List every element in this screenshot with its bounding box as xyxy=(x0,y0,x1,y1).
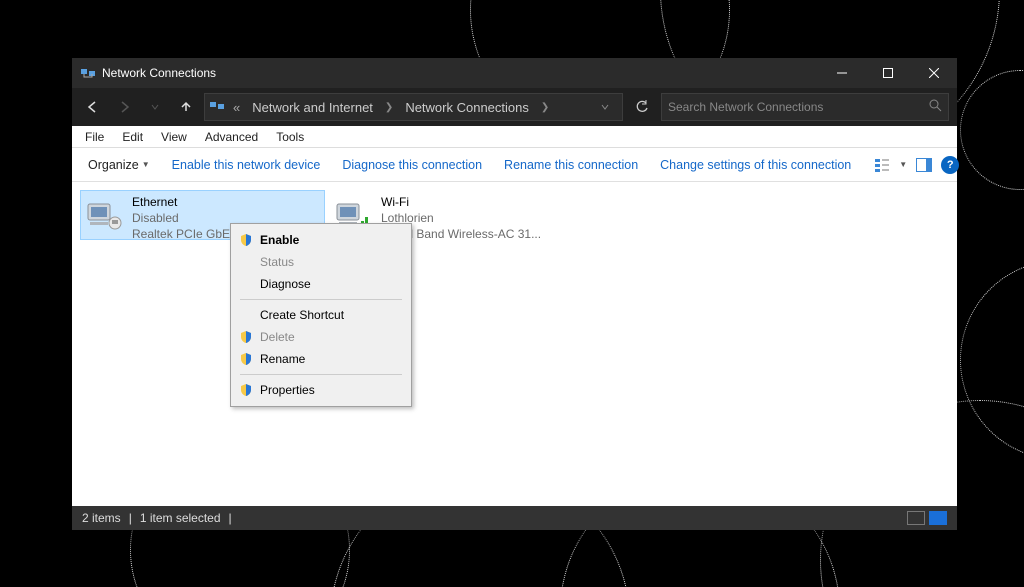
organize-button[interactable]: Organize ▼ xyxy=(80,154,158,176)
breadcrumb-item[interactable]: Network Connections xyxy=(401,98,533,117)
help-button[interactable]: ? xyxy=(941,156,959,174)
status-selection: 1 item selected xyxy=(140,511,221,525)
diagnose-button[interactable]: Diagnose this connection xyxy=(334,154,490,176)
back-button[interactable] xyxy=(80,94,106,120)
change-settings-button[interactable]: Change settings of this connection xyxy=(652,154,859,176)
view-options-button[interactable] xyxy=(871,154,893,176)
enable-device-button[interactable]: Enable this network device xyxy=(164,154,329,176)
shield-icon xyxy=(237,352,255,366)
context-delete: Delete xyxy=(234,326,408,348)
chevron-down-icon: ▼ xyxy=(142,160,150,169)
menu-view[interactable]: View xyxy=(152,128,196,146)
chevron-down-icon[interactable]: ▼ xyxy=(899,160,907,169)
context-properties[interactable]: Properties xyxy=(234,379,408,401)
tiles-view-button[interactable] xyxy=(929,511,947,525)
titlebar[interactable]: Network Connections xyxy=(72,58,957,88)
up-button[interactable] xyxy=(173,94,199,120)
status-divider: | xyxy=(229,511,232,525)
breadcrumb-overflow[interactable]: « xyxy=(229,98,244,117)
address-bar: « Network and Internet ❯ Network Connect… xyxy=(72,88,957,126)
context-enable[interactable]: Enable xyxy=(234,229,408,251)
recent-dropdown[interactable] xyxy=(142,94,168,120)
context-menu: Enable Status Diagnose Create Shortcut D… xyxy=(230,223,412,407)
search-input[interactable] xyxy=(668,100,929,114)
connection-name: Wi-Fi xyxy=(381,194,541,210)
rename-button[interactable]: Rename this connection xyxy=(496,154,646,176)
status-item-count: 2 items xyxy=(82,511,121,525)
shield-icon xyxy=(237,383,255,397)
context-diagnose[interactable]: Diagnose xyxy=(234,273,408,295)
details-view-button[interactable] xyxy=(907,511,925,525)
status-divider: | xyxy=(129,511,132,525)
chevron-right-icon: ❯ xyxy=(381,100,397,115)
menu-tools[interactable]: Tools xyxy=(267,128,313,146)
maximize-button[interactable] xyxy=(865,58,911,88)
history-dropdown[interactable] xyxy=(592,94,618,120)
command-bar: Organize ▼ Enable this network device Di… xyxy=(72,148,957,182)
search-box[interactable] xyxy=(661,93,949,121)
menu-edit[interactable]: Edit xyxy=(113,128,152,146)
content-area[interactable]: Ethernet Disabled Realtek PCIe GbE Wi-Fi… xyxy=(72,182,957,506)
ethernet-icon xyxy=(84,194,124,238)
preview-pane-button[interactable] xyxy=(913,154,935,176)
connection-device: Realtek PCIe GbE xyxy=(132,226,230,242)
minimize-button[interactable] xyxy=(819,58,865,88)
location-icon xyxy=(209,98,225,117)
window-title: Network Connections xyxy=(102,66,819,80)
forward-button[interactable] xyxy=(111,94,137,120)
network-connections-window: Network Connections « Network and Intern… xyxy=(72,58,957,530)
connection-name: Ethernet xyxy=(132,194,230,210)
search-icon[interactable] xyxy=(929,99,942,115)
connection-status: Disabled xyxy=(132,210,230,226)
context-status: Status xyxy=(234,251,408,273)
shield-icon xyxy=(237,330,255,344)
menu-bar: File Edit View Advanced Tools xyxy=(72,126,957,148)
app-icon xyxy=(80,65,96,81)
menu-advanced[interactable]: Advanced xyxy=(196,128,267,146)
context-rename[interactable]: Rename xyxy=(234,348,408,370)
breadcrumb-item[interactable]: Network and Internet xyxy=(248,98,377,117)
chevron-right-icon: ❯ xyxy=(537,100,553,115)
breadcrumb-bar[interactable]: « Network and Internet ❯ Network Connect… xyxy=(204,93,623,121)
refresh-button[interactable] xyxy=(628,100,656,114)
context-create-shortcut[interactable]: Create Shortcut xyxy=(234,304,408,326)
close-button[interactable] xyxy=(911,58,957,88)
status-bar: 2 items | 1 item selected | xyxy=(72,506,957,530)
menu-file[interactable]: File xyxy=(76,128,113,146)
shield-icon xyxy=(237,233,255,247)
